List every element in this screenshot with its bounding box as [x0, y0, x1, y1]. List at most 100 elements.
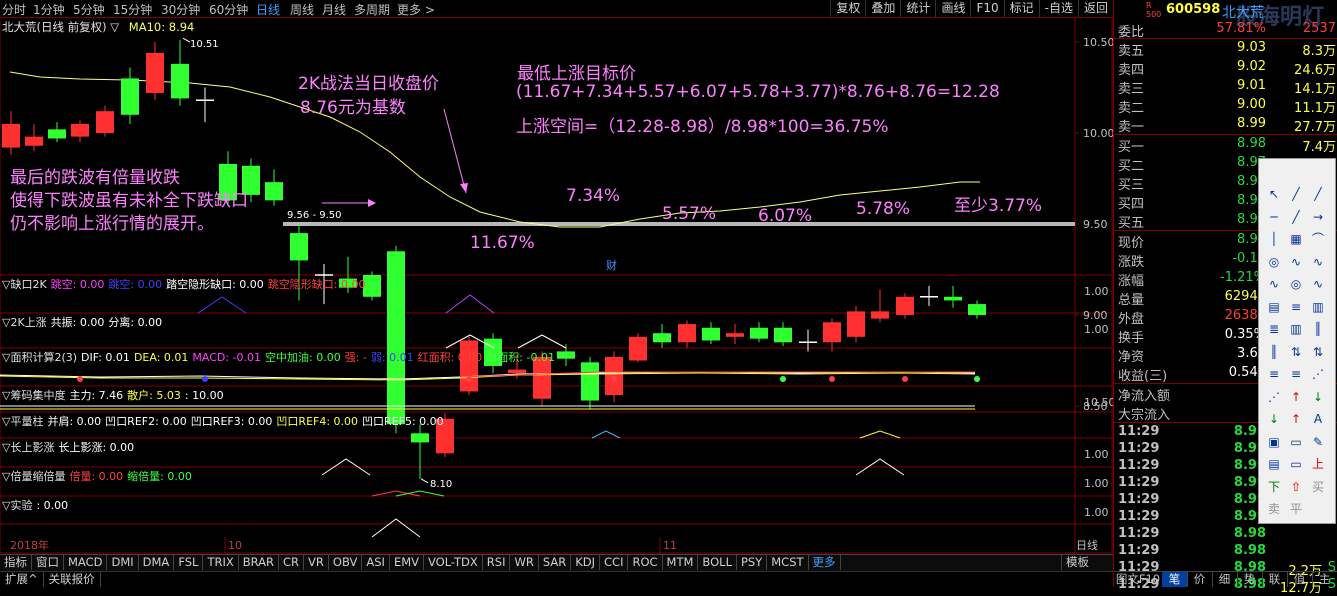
indicator-tab-5[interactable]: FSL: [174, 555, 204, 570]
draw-tool-29[interactable]: ↓: [1309, 388, 1327, 406]
draw-tool-6[interactable]: │: [1265, 230, 1283, 248]
indicator-header-5[interactable]: ▽长上影涨 长上影涨: 0.00: [2, 439, 138, 455]
draw-tool-16[interactable]: ≡: [1287, 298, 1305, 316]
indicator-tab-0[interactable]: 指标: [0, 555, 32, 570]
draw-tool-15[interactable]: ▤: [1265, 298, 1283, 316]
draw-tool-19[interactable]: ▥: [1287, 320, 1305, 338]
period-tab-7[interactable]: 周线: [290, 1, 314, 18]
draw-tool-0[interactable]: ↖: [1265, 185, 1283, 203]
draw-tool-3[interactable]: ─: [1265, 208, 1283, 226]
indicator-tab-11[interactable]: ASI: [362, 555, 390, 570]
indicator-tab-16[interactable]: SAR: [539, 555, 572, 570]
draw-tool-9[interactable]: ◎: [1265, 253, 1283, 271]
draw-tool-5[interactable]: →: [1309, 208, 1327, 226]
draw-tool-20[interactable]: ║: [1309, 320, 1327, 338]
indicator-tab-10[interactable]: OBV: [329, 555, 363, 570]
toolbar-button-0[interactable]: 复权: [830, 0, 865, 17]
template-button[interactable]: 模板: [1061, 555, 1093, 570]
indicator-header-4[interactable]: ▽平量柱 并肩: 0.00 凹口REF2: 0.00 凹口REF3: 0.00 凹口RE…: [2, 413, 448, 429]
draw-tool-26[interactable]: ⋰: [1309, 365, 1327, 383]
indicator-tab-18[interactable]: CCI: [600, 555, 629, 570]
toolbar-button-4[interactable]: F10: [970, 0, 1003, 17]
toolbar-button-3[interactable]: 画线: [935, 0, 970, 17]
draw-tool-25[interactable]: ≡: [1287, 365, 1305, 383]
sell-level-3[interactable]: 卖二 9.00 11.1万: [1118, 97, 1336, 116]
indicator-tab-6[interactable]: TRIX: [203, 555, 239, 570]
draw-tool-35[interactable]: ✎: [1309, 433, 1327, 451]
indicator-tab-7[interactable]: BRAR: [239, 555, 280, 570]
indicator-header-6[interactable]: ▽倍量缩倍量 倍量: 0.00 缩倍量: 0.00: [2, 468, 196, 484]
draw-tool-7[interactable]: ▦: [1287, 230, 1305, 248]
quote-tab-6[interactable]: 值: [1287, 572, 1313, 587]
indicator-tab-15[interactable]: WR: [510, 555, 539, 570]
draw-tool-37[interactable]: ▭: [1287, 455, 1305, 473]
kline-chart-area[interactable]: 10.50 10.00 9.50 9.00 8.50 9.56 - 9.50 10.51 8.…: [0, 16, 1116, 587]
indicator-tab-14[interactable]: RSI: [483, 555, 511, 570]
sell-level-0[interactable]: 卖五 9.03 8.3万: [1118, 40, 1336, 59]
indicator-tab-9[interactable]: VR: [304, 555, 329, 570]
period-tab-6[interactable]: 日线: [256, 1, 280, 18]
quote-tab-7[interactable]: 主: [1312, 572, 1337, 587]
indicator-tab-19[interactable]: ROC: [628, 555, 663, 570]
quote-tab-3[interactable]: 细: [1212, 572, 1238, 587]
indicator-tab-2[interactable]: MACD: [64, 555, 108, 570]
toolbar-button-2[interactable]: 统计: [900, 0, 935, 17]
quote-tab-2[interactable]: 价: [1187, 572, 1213, 587]
toolbar-button-1[interactable]: 叠加: [865, 0, 900, 17]
period-tab-10[interactable]: 更多 >: [397, 1, 435, 18]
draw-tool-32[interactable]: A: [1309, 410, 1327, 428]
draw-tool-8[interactable]: ⌒: [1309, 230, 1327, 248]
indicator-tab-20[interactable]: MTM: [663, 555, 699, 570]
indicator-header-2[interactable]: ▽面积计算2(3) DIF: 0.01 DEA: 0.01 MACD: -0.01 空中…: [2, 349, 559, 365]
draw-tool-12[interactable]: ∿: [1265, 275, 1283, 293]
draw-tool-21[interactable]: ║: [1265, 343, 1283, 361]
period-tab-3[interactable]: 15分钟: [113, 1, 152, 18]
indicator-tab-12[interactable]: EMV: [390, 555, 424, 570]
indicator-header-3[interactable]: ▽筹码集中度 主力: 7.46 散户: 5.03: 10.00: [2, 387, 228, 403]
indicator-tab-1[interactable]: 窗口: [32, 555, 64, 570]
draw-tool-39[interactable]: 下: [1265, 478, 1283, 496]
sell-level-1[interactable]: 卖四 9.02 24.6万: [1118, 59, 1336, 78]
draw-tool-30[interactable]: ↓: [1265, 410, 1283, 428]
indicator-tab-4[interactable]: DMA: [139, 555, 175, 570]
indicator-tab-13[interactable]: VOL-TDX: [424, 555, 483, 570]
indicator-tab-17[interactable]: KDJ: [571, 555, 601, 570]
period-tab-5[interactable]: 60分钟: [209, 1, 248, 18]
draw-tool-31[interactable]: ↑: [1287, 410, 1305, 428]
quote-tab-5[interactable]: 联: [1262, 572, 1288, 587]
draw-tool-41[interactable]: 买: [1309, 478, 1327, 496]
quote-tab-4[interactable]: 势: [1237, 572, 1263, 587]
sell-level-4[interactable]: 卖一 8.99 27.7万: [1118, 116, 1336, 135]
toolbar-button-6[interactable]: -自选: [1038, 0, 1078, 17]
draw-tool-22[interactable]: ⇅: [1287, 343, 1305, 361]
draw-tool-10[interactable]: ∿: [1287, 253, 1305, 271]
ext-tab-0[interactable]: 扩展^: [0, 572, 44, 587]
indicator-tab-22[interactable]: PSY: [737, 555, 768, 570]
toolbar-button-5[interactable]: 标记: [1003, 0, 1039, 17]
draw-tool-13[interactable]: ◎: [1287, 275, 1305, 293]
indicator-tab-23[interactable]: MCST: [767, 555, 809, 570]
draw-tool-34[interactable]: ▭: [1287, 433, 1305, 451]
sell-level-2[interactable]: 卖三 9.01 14.1万: [1118, 78, 1336, 97]
toolbar-button-7[interactable]: 返回: [1077, 0, 1113, 17]
indicator-tab-3[interactable]: DMI: [107, 555, 139, 570]
quote-tab-0[interactable]: 图文F10: [1114, 572, 1163, 587]
indicator-tab-24[interactable]: 更多: [809, 555, 841, 570]
draw-tool-14[interactable]: ∿: [1309, 275, 1327, 293]
indicator-tab-8[interactable]: CR: [279, 555, 305, 570]
draw-tool-43[interactable]: 平: [1287, 500, 1305, 518]
draw-tool-18[interactable]: ≣: [1265, 320, 1283, 338]
period-tab-9[interactable]: 多周期: [354, 1, 390, 18]
draw-tool-2[interactable]: ╱: [1309, 185, 1327, 203]
draw-tool-28[interactable]: ↑: [1287, 388, 1305, 406]
quote-tab-1[interactable]: 笔: [1162, 572, 1188, 587]
ext-tab-1[interactable]: 关联报价: [44, 572, 101, 587]
draw-tool-33[interactable]: ▣: [1265, 433, 1283, 451]
period-tab-4[interactable]: 30分钟: [161, 1, 200, 18]
draw-tool-42[interactable]: 卖: [1265, 500, 1283, 518]
period-tab-8[interactable]: 月线: [322, 1, 346, 18]
period-tab-0[interactable]: 分时: [2, 1, 26, 18]
period-tab-2[interactable]: 5分钟: [73, 1, 105, 18]
draw-tool-40[interactable]: ⇧: [1287, 478, 1305, 496]
draw-tool-17[interactable]: ▥: [1309, 298, 1327, 316]
